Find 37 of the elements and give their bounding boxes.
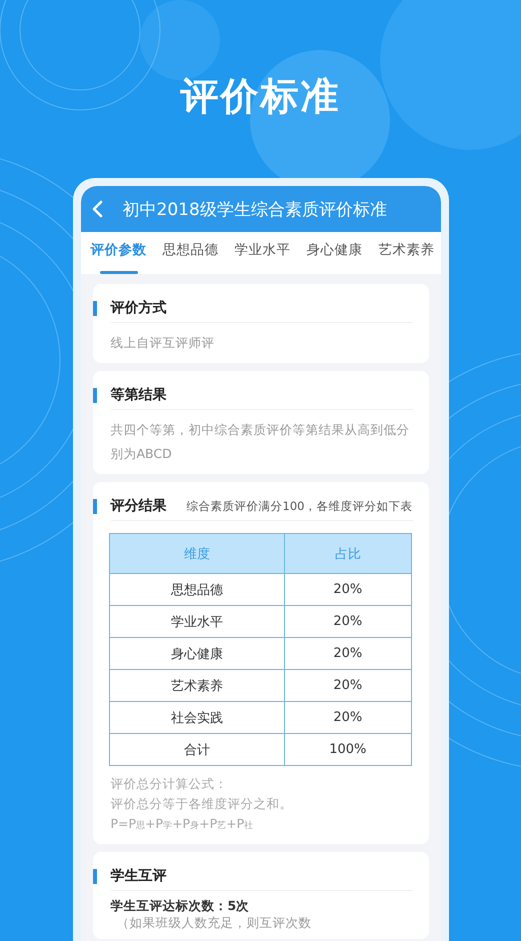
section-text: 共四个等第，初中综合素质评价等第结果从高到低分别为ABCD — [110, 421, 410, 463]
section-marker — [92, 300, 96, 316]
column-header: 占比 — [284, 534, 411, 574]
section-note: 综合素质评价满分100，各维度评分如下表 — [186, 498, 412, 514]
table-cell: 社会实践 — [109, 702, 285, 734]
table-cell: 学业水平 — [109, 606, 285, 638]
formula-text: 评价总分等于各维度评分之和。 — [110, 795, 294, 813]
table-cell: 合计 — [109, 734, 285, 766]
table-cell: 20% — [284, 638, 411, 670]
section-text: 线上自评互评师评 — [110, 334, 216, 352]
tab[interactable]: 学业水平 — [234, 232, 290, 274]
note-text: （如果班级人数充足，则互评次数 — [116, 915, 312, 931]
table-cell: 身心健康 — [109, 638, 285, 670]
section-title: 评分结果 — [110, 497, 166, 515]
tab[interactable]: 思想品德 — [162, 232, 218, 274]
table-cell: 思想品德 — [109, 574, 285, 606]
section-title: 评价方式 — [110, 299, 166, 317]
section-marker — [92, 498, 96, 514]
tab[interactable]: 艺术素养 — [378, 232, 434, 274]
formula-text: P=P$_{思}$+P$_{学}$+P$_{身}$+P$_{艺}$+P$_{社}$ — [110, 815, 254, 833]
table-cell: 20% — [284, 670, 411, 702]
back-icon[interactable] — [90, 200, 102, 218]
table-cell: 100% — [284, 734, 411, 766]
tab[interactable]: 身心健康 — [306, 232, 362, 274]
table-cell: 艺术素养 — [109, 670, 285, 702]
table-cell: 20% — [284, 702, 411, 734]
table-cell: 20% — [284, 606, 411, 638]
count-text: 学生互评达标次数：5次 — [110, 898, 250, 915]
page-title: 评价标准 — [179, 73, 342, 120]
header-title: 初中2018级学生综合素质评价标准 — [122, 198, 387, 220]
formula-text: 评价总分计算公式： — [110, 775, 228, 793]
section-marker — [92, 868, 96, 884]
section-marker — [92, 388, 96, 402]
section-title: 学生互评 — [110, 867, 166, 885]
section-title: 等第结果 — [110, 386, 166, 404]
table-cell: 20% — [284, 574, 411, 606]
column-header: 维度 — [109, 534, 285, 574]
